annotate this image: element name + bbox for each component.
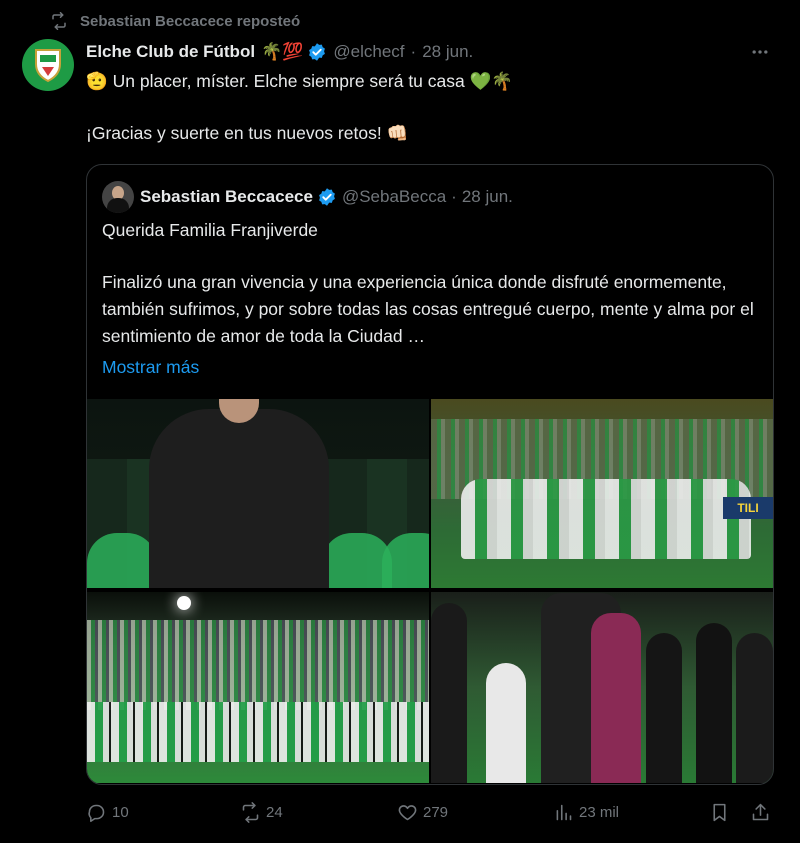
quoted-tweet[interactable]: Sebastian Beccacece @SebaBecca · 28 jun.… <box>86 164 774 785</box>
quote-greeting: Querida Familia Franjiverde <box>102 220 318 240</box>
author-emojis: 🌴💯 <box>261 42 304 61</box>
club-crest-icon <box>35 49 61 83</box>
bookmark-icon <box>713 803 726 822</box>
repost-bar: Sebastian Beccacece reposteó <box>50 10 300 32</box>
quote-text: Querida Familia Franjiverde Finalizó una… <box>102 217 762 381</box>
author-handle[interactable]: @elchecf <box>333 42 404 62</box>
author-avatar[interactable] <box>22 39 74 91</box>
separator: · <box>451 187 457 206</box>
quote-date[interactable]: 28 jun. <box>462 187 513 207</box>
reply-count: 10 <box>112 804 129 821</box>
share-button[interactable] <box>750 802 771 823</box>
author-name[interactable]: Elche Club de Fútbol <box>86 42 255 62</box>
verified-badge-icon <box>319 188 335 206</box>
tweet-date[interactable]: 28 jun. <box>422 42 473 62</box>
show-more-link[interactable]: Mostrar más <box>102 354 762 381</box>
photo-team-celebration[interactable]: TILI <box>431 399 773 588</box>
bookmark-button[interactable] <box>709 802 730 823</box>
verified-badge-icon <box>309 43 326 61</box>
quote-author-name[interactable]: Sebastian Beccacece <box>140 187 313 207</box>
photo-coach-portrait[interactable] <box>87 399 429 588</box>
photo-stadium-players[interactable] <box>87 592 429 783</box>
quote-handle[interactable]: @SebaBecca <box>342 187 446 207</box>
repost-icon <box>242 802 259 823</box>
like-count: 279 <box>423 804 449 821</box>
repost-text[interactable]: Sebastian Beccacece reposteó <box>80 13 300 30</box>
views-count: 23 mil <box>579 804 620 821</box>
share-icon <box>752 803 769 821</box>
tweet-line-2: ¡Gracias y suerte en tus nuevos retos! 👊… <box>86 123 409 143</box>
quote-avatar[interactable] <box>102 181 134 213</box>
views-button[interactable]: 23 mil <box>553 802 619 823</box>
action-bar: 10 24 279 23 mil <box>86 800 776 830</box>
stadium-banner: TILI <box>723 497 773 519</box>
reply-button[interactable]: 10 <box>86 802 129 823</box>
reply-icon <box>88 804 105 823</box>
more-options-icon[interactable] <box>750 42 770 62</box>
views-chart-icon <box>556 804 572 821</box>
photo-embrace[interactable] <box>431 592 773 783</box>
repost-icon <box>52 12 66 30</box>
heart-icon <box>398 805 417 821</box>
tweet-text: 🫡 Un placer, míster. Elche siempre será … <box>86 68 766 172</box>
tweet-line-1: 🫡 Un placer, míster. Elche siempre será … <box>86 71 514 91</box>
repost-count: 24 <box>266 804 283 821</box>
media-grid: TILI <box>87 399 773 784</box>
tweet-header: Elche Club de Fútbol 🌴💯 @elchecf · 28 ju… <box>86 40 473 64</box>
like-button[interactable]: 279 <box>397 802 448 823</box>
quote-header: Sebastian Beccacece @SebaBecca · 28 jun. <box>102 181 513 213</box>
separator: · <box>410 42 417 61</box>
quote-body: Finalizó una gran vivencia y una experie… <box>102 272 754 346</box>
repost-button[interactable]: 24 <box>240 802 283 823</box>
